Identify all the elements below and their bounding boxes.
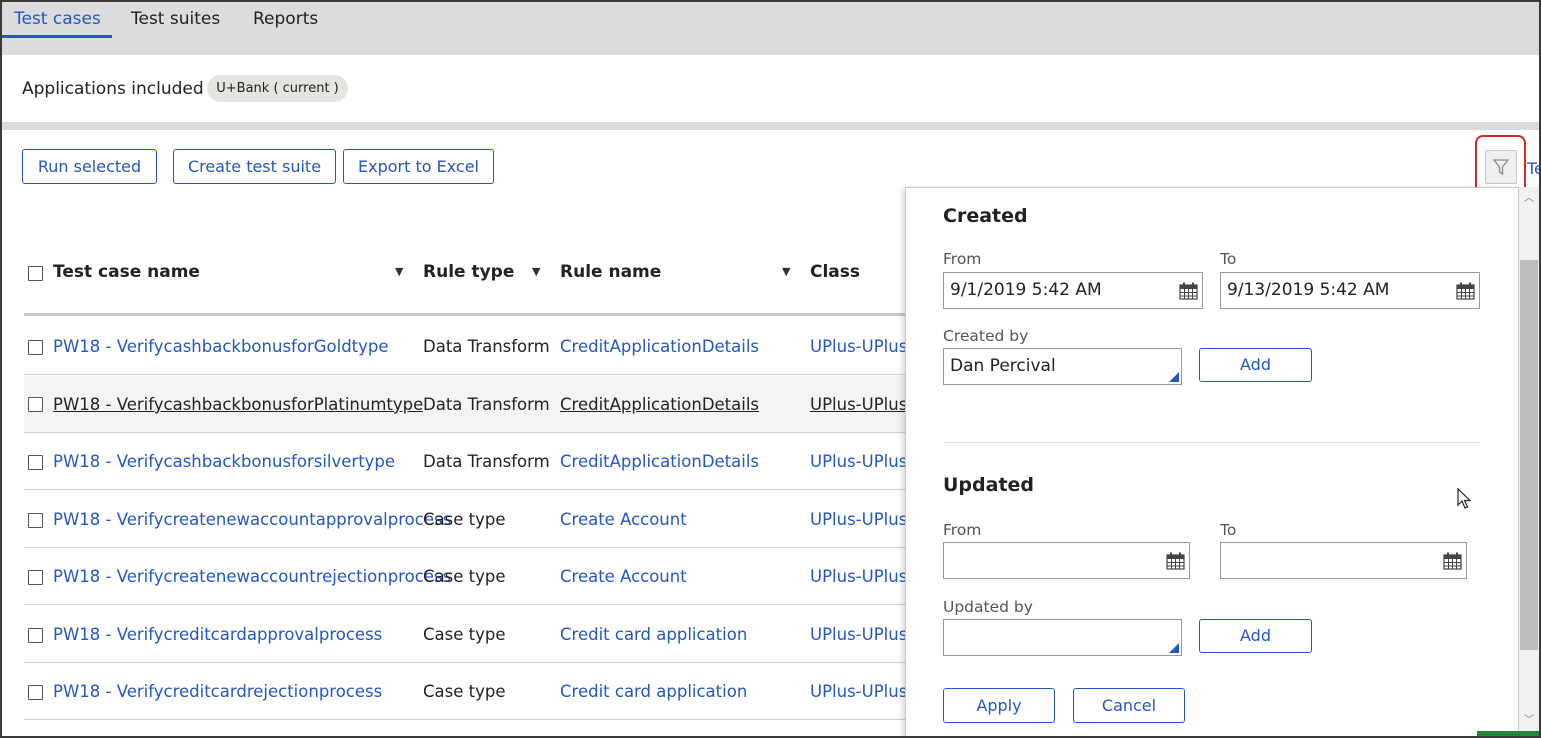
created-by-label: Created by xyxy=(943,327,1029,345)
created-to-field[interactable]: 9/13/2019 5:42 AM xyxy=(1220,272,1480,309)
table-row: PW18 - Verifycashbackbonusforsilvertype … xyxy=(24,433,924,490)
rule-type-cell: Case type xyxy=(423,682,506,701)
applications-bar: Applications included : U+Bank ( current… xyxy=(2,55,1539,122)
row-checkbox[interactable] xyxy=(28,570,43,585)
calendar-icon[interactable] xyxy=(1179,282,1198,300)
class-link[interactable]: UPlus-UPlus_ xyxy=(810,510,910,529)
class-link[interactable]: UPlus-UPlus_ xyxy=(810,682,910,701)
updated-by-add-button[interactable]: Add xyxy=(1199,619,1312,653)
scroll-down-icon[interactable]: ﹀ xyxy=(1519,714,1539,728)
rule-type-cell: Data Transform xyxy=(423,337,550,356)
select-all-checkbox[interactable] xyxy=(28,266,43,281)
class-link[interactable]: UPlus-UPlus_ xyxy=(810,452,910,471)
table-row: PW18 - VerifycashbackbonusforGoldtype Da… xyxy=(24,318,924,375)
status-strip xyxy=(1477,731,1539,736)
created-by-add-button[interactable]: Add xyxy=(1199,348,1312,382)
class-link[interactable]: UPlus-UPlus_ xyxy=(810,395,910,414)
rule-name-link[interactable]: Credit card application xyxy=(560,682,747,701)
tab-strip: Test cases Test suites Reports xyxy=(2,2,1539,55)
filter-popover: Created From To 9/1/2019 5:42 AM 9/13/20… xyxy=(905,187,1519,736)
test-case-link[interactable]: PW18 - VerifycashbackbonusforPlatinumtyp… xyxy=(53,395,423,414)
rule-type-cell: Data Transform xyxy=(423,395,550,414)
created-from-value: 9/1/2019 5:42 AM xyxy=(950,280,1102,300)
col-class[interactable]: Class xyxy=(810,262,860,282)
test-case-link[interactable]: PW18 - Verifycreditcardapprovalprocess xyxy=(53,625,382,644)
test-case-link[interactable]: PW18 - VerifycashbackbonusforGoldtype xyxy=(53,337,389,356)
tab-test-cases[interactable]: Test cases xyxy=(14,9,101,29)
row-checkbox[interactable] xyxy=(28,513,43,528)
calendar-icon[interactable] xyxy=(1443,552,1462,570)
cancel-button[interactable]: Cancel xyxy=(1073,688,1185,723)
table-row: PW18 - VerifycashbackbonusforPlatinumtyp… xyxy=(24,376,924,433)
created-by-value: Dan Percival xyxy=(950,356,1056,376)
test-case-link[interactable]: PW18 - Verifycreditcardrejectionprocess xyxy=(53,682,382,701)
scroll-up-icon[interactable]: ︿ xyxy=(1519,192,1539,206)
table-row: PW18 - Verifycreditcardrejectionprocess … xyxy=(24,663,924,720)
run-selected-button[interactable]: Run selected xyxy=(22,149,157,184)
row-checkbox[interactable] xyxy=(28,455,43,470)
table-row: PW18 - Verifycreditcardapprovalprocess C… xyxy=(24,606,924,663)
calendar-icon[interactable] xyxy=(1456,282,1475,300)
rule-name-link[interactable]: CreditApplicationDetails xyxy=(560,337,759,356)
updated-to-field[interactable] xyxy=(1220,542,1467,579)
section-divider xyxy=(943,442,1480,443)
rule-type-cell: Data Transform xyxy=(423,452,550,471)
calendar-icon[interactable] xyxy=(1166,552,1185,570)
updated-to-label: To xyxy=(1220,521,1237,539)
funnel-small-icon[interactable]: ▼ xyxy=(395,265,403,278)
mouse-cursor-icon xyxy=(1457,488,1471,509)
rule-type-cell: Case type xyxy=(423,567,506,586)
create-test-suite-button[interactable]: Create test suite xyxy=(173,149,336,184)
applications-label: Applications included : xyxy=(22,79,215,99)
section-separator xyxy=(2,122,1539,130)
funnel-small-icon[interactable]: ▼ xyxy=(532,265,540,278)
table-header: Test case name ▼ Rule type ▼ Rule name ▼… xyxy=(24,250,924,316)
test-case-link[interactable]: PW18 - Verifycashbackbonusforsilvertype xyxy=(53,452,395,471)
rule-name-link[interactable]: CreditApplicationDetails xyxy=(560,395,759,414)
rule-name-link[interactable]: Create Account xyxy=(560,567,687,586)
table-row: PW18 - Verifycreatenewaccountapprovalpro… xyxy=(24,491,924,548)
apply-button[interactable]: Apply xyxy=(943,688,1055,723)
updated-from-field[interactable] xyxy=(943,542,1190,579)
col-rule-type[interactable]: Rule type xyxy=(423,262,514,282)
created-to-value: 9/13/2019 5:42 AM xyxy=(1227,280,1390,300)
scrollbar-thumb[interactable] xyxy=(1520,260,1538,650)
rule-type-cell: Case type xyxy=(423,625,506,644)
test-case-link[interactable]: PW18 - Verifycreatenewaccountrejectionpr… xyxy=(53,567,451,586)
updated-by-field[interactable] xyxy=(943,619,1182,656)
updated-from-label: From xyxy=(943,521,982,539)
test-case-link[interactable]: PW18 - Verifycreatenewaccountapprovalpro… xyxy=(53,510,451,529)
export-to-excel-button[interactable]: Export to Excel xyxy=(343,149,494,184)
active-tab-indicator xyxy=(2,35,112,38)
table-row: PW18 - Verifycreatenewaccountrejectionpr… xyxy=(24,548,924,605)
row-checkbox[interactable] xyxy=(28,397,43,412)
application-pill: U+Bank ( current ) xyxy=(207,75,348,102)
rule-name-link[interactable]: Create Account xyxy=(560,510,687,529)
created-by-field[interactable]: Dan Percival xyxy=(943,348,1182,385)
created-section-title: Created xyxy=(943,205,1028,227)
row-checkbox[interactable] xyxy=(28,685,43,700)
updated-by-label: Updated by xyxy=(943,598,1033,616)
created-from-field[interactable]: 9/1/2019 5:42 AM xyxy=(943,272,1203,309)
truncated-link[interactable]: Te xyxy=(1527,159,1539,178)
app-frame: Test cases Test suites Reports Applicati… xyxy=(0,0,1541,738)
tab-reports[interactable]: Reports xyxy=(253,9,318,29)
col-test-case-name[interactable]: Test case name xyxy=(53,262,200,282)
col-rule-name[interactable]: Rule name xyxy=(560,262,661,282)
class-link[interactable]: UPlus-UPlus_ xyxy=(810,625,910,644)
created-from-label: From xyxy=(943,250,982,268)
class-link[interactable]: UPlus-UPlus_ xyxy=(810,337,910,356)
created-to-label: To xyxy=(1220,250,1237,268)
dropdown-corner-icon xyxy=(1169,372,1179,382)
funnel-small-icon[interactable]: ▼ xyxy=(782,265,790,278)
class-link[interactable]: UPlus-UPlus_ xyxy=(810,567,910,586)
rule-type-cell: Case type xyxy=(423,510,506,529)
row-checkbox[interactable] xyxy=(28,628,43,643)
row-checkbox[interactable] xyxy=(28,340,43,355)
tab-test-suites[interactable]: Test suites xyxy=(131,9,220,29)
updated-section-title: Updated xyxy=(943,474,1035,496)
rule-name-link[interactable]: Credit card application xyxy=(560,625,747,644)
rule-name-link[interactable]: CreditApplicationDetails xyxy=(560,452,759,471)
dropdown-corner-icon xyxy=(1169,643,1179,653)
